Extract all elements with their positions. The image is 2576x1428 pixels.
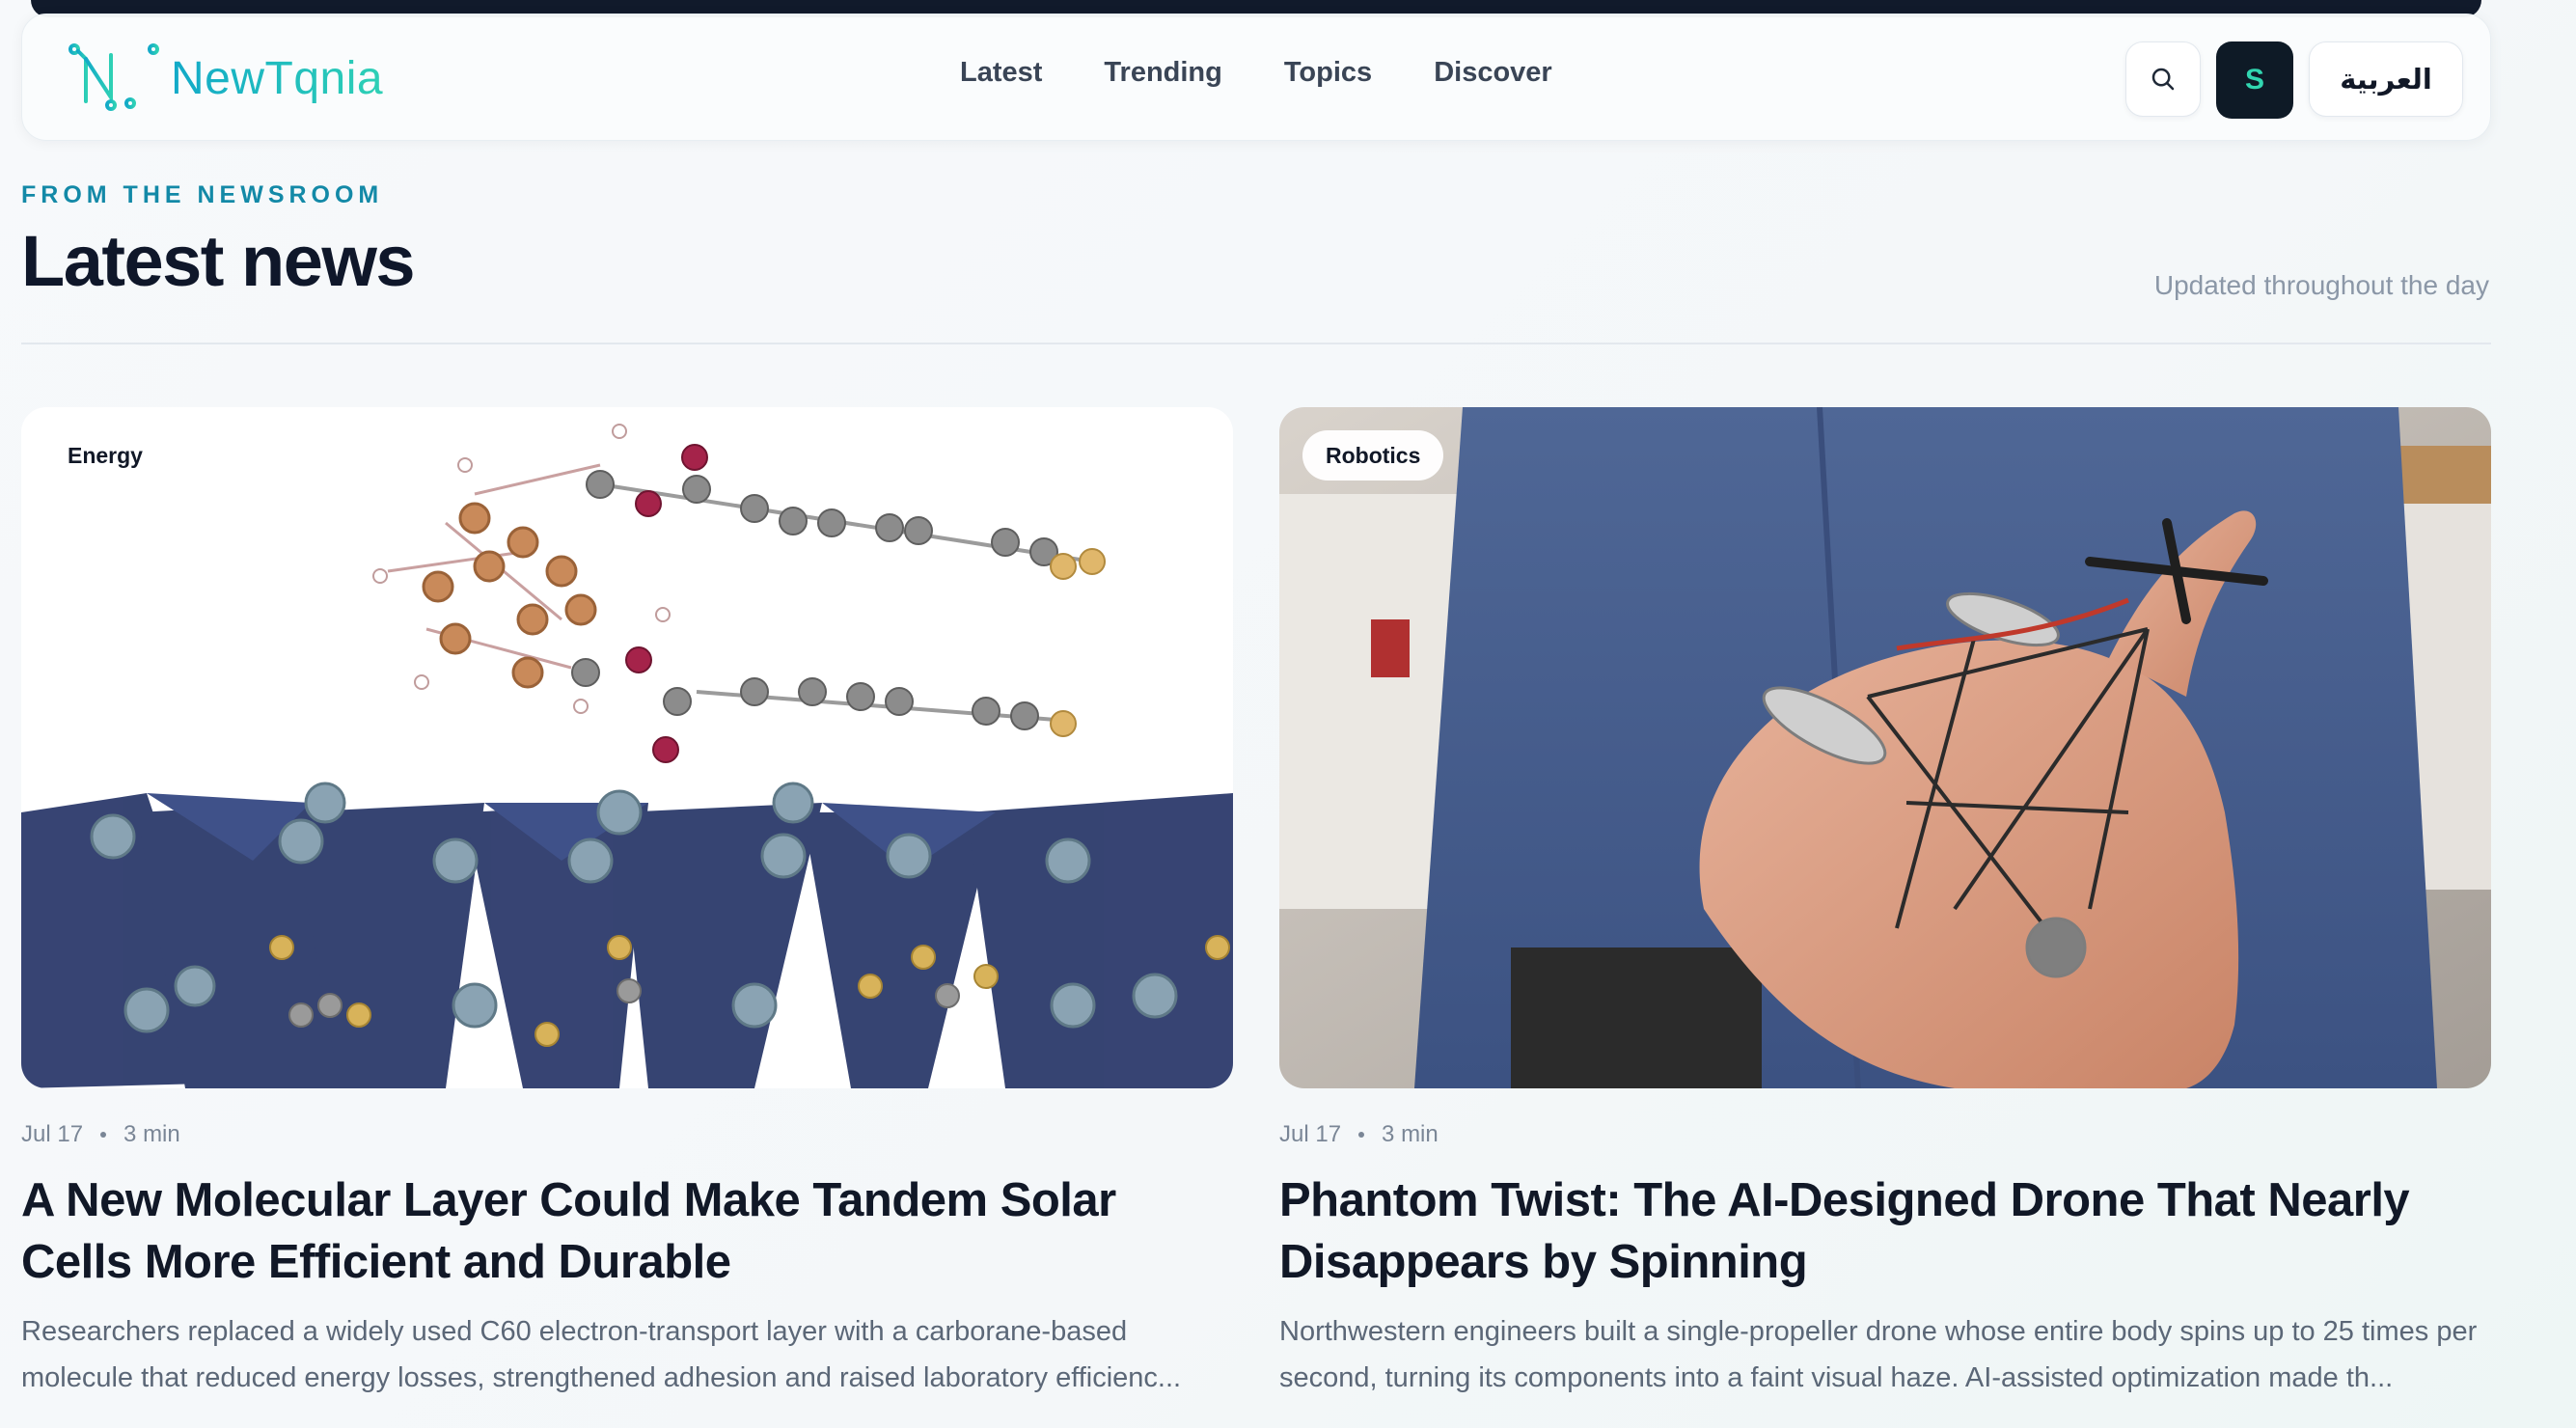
updated-note: Updated throughout the day (2153, 270, 2489, 300)
language-switch-button[interactable]: العربية (2309, 41, 2463, 117)
article-image[interactable]: Energy (21, 407, 1233, 1088)
brand-logo-link[interactable]: NewTqnia (67, 41, 383, 115)
meta-separator (100, 1132, 107, 1138)
article-date: Jul 17 (1279, 1121, 1342, 1147)
circuit-nt-logo-icon (69, 43, 159, 111)
molecule-illustration (21, 407, 1233, 1088)
article-card[interactable]: Energy Jul 17 3 min A New Molecular Laye… (21, 407, 1233, 1401)
category-tag[interactable]: Robotics (1302, 430, 1444, 481)
user-avatar-button[interactable]: S (2216, 41, 2293, 119)
nav-item-topics[interactable]: Topics (1284, 57, 1372, 89)
drone-photo (1279, 407, 2491, 1088)
search-button[interactable] (2125, 41, 2201, 117)
read-time: 3 min (1382, 1121, 1439, 1147)
main-nav: Latest Trending Topics Discover (960, 57, 1552, 89)
article-image[interactable]: Robotics (1279, 407, 2491, 1088)
section-divider (21, 343, 2491, 344)
nav-item-discover[interactable]: Discover (1434, 57, 1552, 89)
article-card[interactable]: Robotics Jul 17 3 min Phantom Twist: The… (1279, 407, 2491, 1401)
article-meta: Jul 17 3 min (21, 1121, 1233, 1148)
article-date: Jul 17 (21, 1121, 84, 1147)
article-excerpt: Researchers replaced a widely used C60 e… (21, 1316, 1182, 1393)
section-eyebrow: FROM THE NEWSROOM (21, 181, 384, 208)
site-header: NewTqnia Latest Trending Topics Discover… (21, 14, 2491, 141)
search-icon (2151, 68, 2175, 91)
article-title[interactable]: Phantom Twist: The AI-Designed Drone Tha… (1279, 1169, 2491, 1293)
meta-separator (1358, 1132, 1365, 1138)
article-meta: Jul 17 3 min (1279, 1121, 2491, 1148)
article-title[interactable]: A New Molecular Layer Could Make Tandem … (21, 1169, 1233, 1293)
nav-item-trending[interactable]: Trending (1104, 57, 1221, 89)
category-tag[interactable]: Energy (44, 430, 166, 481)
article-excerpt: Northwestern engineers built a single-pr… (1279, 1316, 2478, 1393)
read-time: 3 min (123, 1121, 180, 1147)
page-title: Latest news (21, 221, 416, 301)
brand-name: NewTqnia (171, 52, 384, 104)
nav-item-latest[interactable]: Latest (960, 57, 1042, 89)
